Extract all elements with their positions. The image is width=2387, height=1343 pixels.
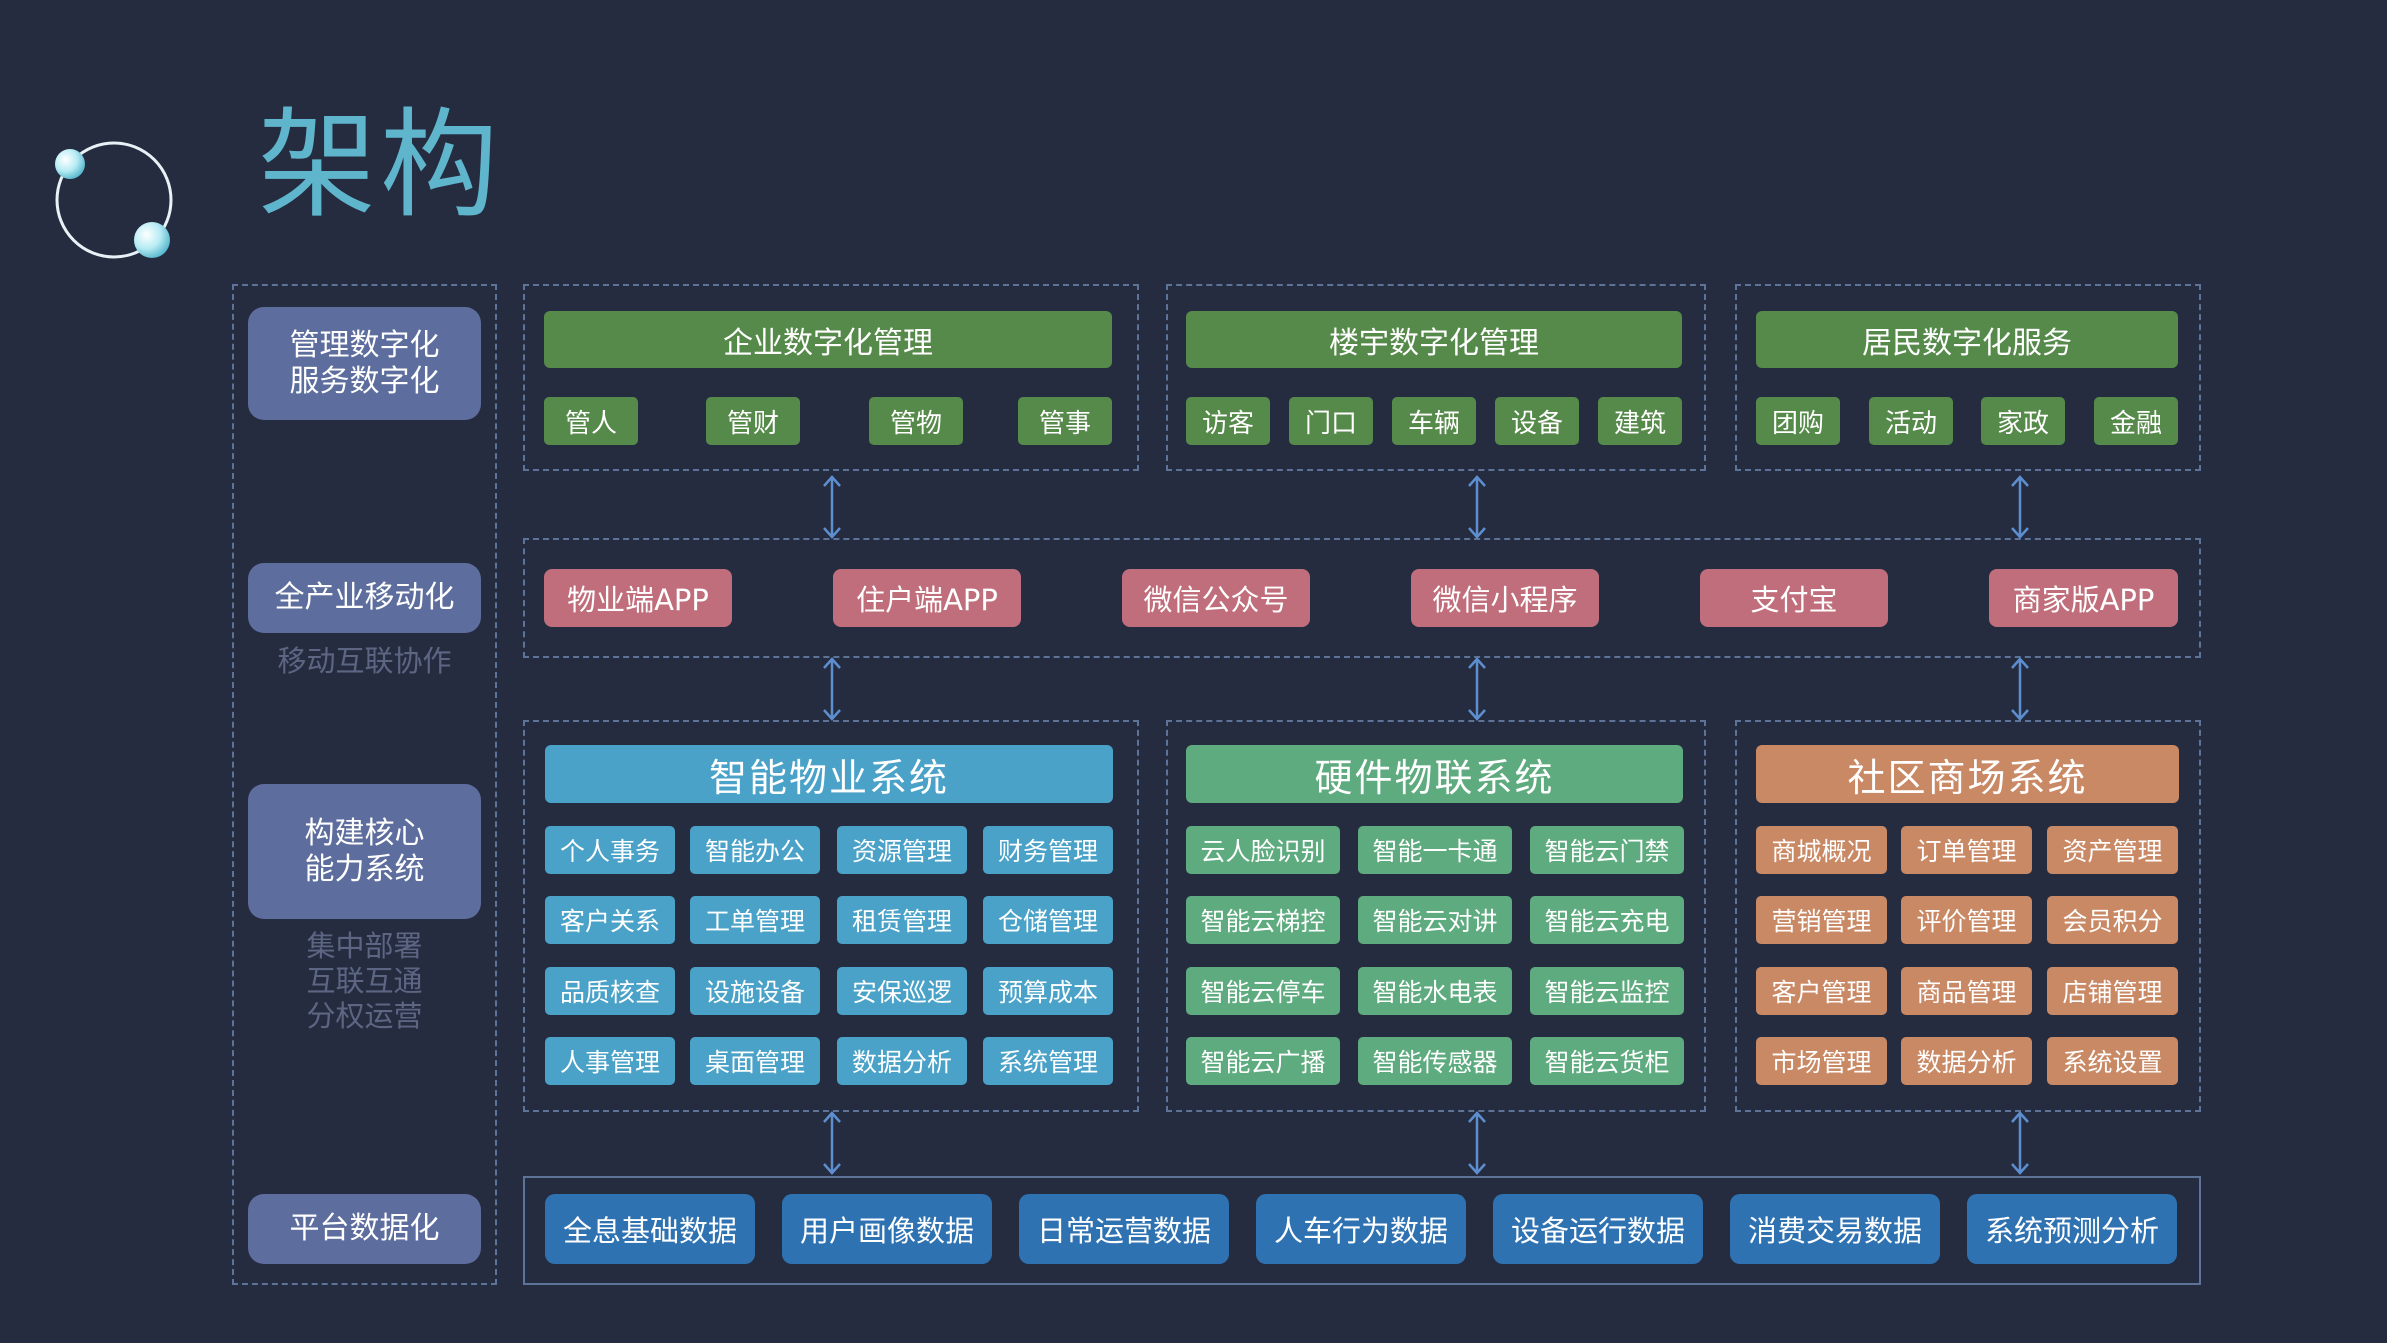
chip-property-11: 安保巡逻 xyxy=(837,967,967,1015)
data-chip-4: 人车行为数据 xyxy=(1256,1194,1466,1264)
chip-hardware-8: 智能水电表 xyxy=(1358,967,1512,1015)
label-management-digitalization: 管理数字化 服务数字化 xyxy=(248,307,481,420)
double-arrow-icon xyxy=(823,657,841,721)
chip-hardware-9: 智能云监控 xyxy=(1530,967,1684,1015)
double-arrow-icon xyxy=(2011,475,2029,539)
label-mobile-sub: 移动互联协作 xyxy=(277,644,452,678)
app-wechat-mini: 微信小程序 xyxy=(1411,569,1599,627)
chip-mall-8: 商品管理 xyxy=(1901,967,2032,1015)
label-core-sub: 集中部署 互联互通 分权运营 xyxy=(306,929,423,1033)
tag-building-2: 门口 xyxy=(1289,397,1373,445)
tag-enterprise-2: 管财 xyxy=(706,397,800,445)
app-wechat-official: 微信公众号 xyxy=(1122,569,1310,627)
double-arrow-icon xyxy=(2011,657,2029,721)
chip-hardware-2: 智能一卡通 xyxy=(1358,826,1512,874)
chip-hardware-5: 智能云对讲 xyxy=(1358,896,1512,944)
chip-property-10: 设施设备 xyxy=(690,967,820,1015)
label-platform-data: 平台数据化 xyxy=(248,1194,481,1264)
chip-hardware-11: 智能传感器 xyxy=(1358,1037,1512,1085)
tag-resident-2: 活动 xyxy=(1869,397,1953,445)
chip-hardware-10: 智能云广播 xyxy=(1186,1037,1340,1085)
chip-hardware-3: 智能云门禁 xyxy=(1530,826,1684,874)
chip-hardware-4: 智能云梯控 xyxy=(1186,896,1340,944)
chip-property-16: 系统管理 xyxy=(983,1037,1113,1085)
chip-mall-4: 营销管理 xyxy=(1756,896,1887,944)
app-property: 物业端APP xyxy=(544,569,732,627)
chip-property-8: 仓储管理 xyxy=(983,896,1113,944)
tag-building-3: 车辆 xyxy=(1392,397,1476,445)
double-arrow-icon xyxy=(823,1111,841,1175)
chip-property-2: 智能办公 xyxy=(690,826,820,874)
chip-property-13: 人事管理 xyxy=(545,1037,675,1085)
tag-resident-4: 金融 xyxy=(2094,397,2178,445)
data-chip-2: 用户画像数据 xyxy=(782,1194,992,1264)
tag-resident-3: 家政 xyxy=(1981,397,2065,445)
data-chip-1: 全息基础数据 xyxy=(545,1194,755,1264)
app-resident: 住户端APP xyxy=(833,569,1021,627)
chip-hardware-7: 智能云停车 xyxy=(1186,967,1340,1015)
chip-mall-2: 订单管理 xyxy=(1901,826,2032,874)
double-arrow-icon xyxy=(823,475,841,539)
tag-enterprise-3: 管物 xyxy=(869,397,963,445)
tag-enterprise-4: 管事 xyxy=(1018,397,1112,445)
chip-hardware-6: 智能云充电 xyxy=(1530,896,1684,944)
data-chip-5: 设备运行数据 xyxy=(1493,1194,1703,1264)
chip-property-9: 品质核查 xyxy=(545,967,675,1015)
group-title-resident: 居民数字化服务 xyxy=(1756,311,2178,368)
chip-hardware-12: 智能云货柜 xyxy=(1530,1037,1684,1085)
data-chip-3: 日常运营数据 xyxy=(1019,1194,1229,1264)
chip-mall-10: 市场管理 xyxy=(1756,1037,1887,1085)
double-arrow-icon xyxy=(1468,657,1486,721)
tag-resident-1: 团购 xyxy=(1756,397,1840,445)
chip-mall-12: 系统设置 xyxy=(2047,1037,2178,1085)
double-arrow-icon xyxy=(1468,475,1486,539)
chip-property-3: 资源管理 xyxy=(837,826,967,874)
chip-property-6: 工单管理 xyxy=(690,896,820,944)
chip-mall-6: 会员积分 xyxy=(2047,896,2178,944)
system-title-mall: 社区商场系统 xyxy=(1756,745,2179,803)
architecture-slide: 架构 管理数字化 服务数字化 全产业移动化 移动互联协作 构建核心 能力系统 集… xyxy=(0,0,2387,1343)
chip-mall-11: 数据分析 xyxy=(1901,1037,2032,1085)
data-chip-6: 消费交易数据 xyxy=(1730,1194,1940,1264)
page-title: 架构 xyxy=(258,96,503,234)
chip-property-15: 数据分析 xyxy=(837,1037,967,1085)
chip-mall-5: 评价管理 xyxy=(1901,896,2032,944)
group-title-building: 楼宇数字化管理 xyxy=(1186,311,1682,368)
label-core-system: 构建核心 能力系统 xyxy=(248,784,481,919)
app-merchant: 商家版APP xyxy=(1989,569,2178,627)
tag-enterprise-1: 管人 xyxy=(544,397,638,445)
chip-property-1: 个人事务 xyxy=(545,826,675,874)
apps-frame xyxy=(523,538,2201,658)
data-chip-7: 系统预测分析 xyxy=(1967,1194,2177,1264)
chip-mall-9: 店铺管理 xyxy=(2047,967,2178,1015)
system-title-hardware: 硬件物联系统 xyxy=(1186,745,1683,803)
chip-mall-1: 商城概况 xyxy=(1756,826,1887,874)
chip-property-14: 桌面管理 xyxy=(690,1037,820,1085)
chip-property-7: 租赁管理 xyxy=(837,896,967,944)
orbit-logo-icon xyxy=(55,141,173,259)
tag-building-1: 访客 xyxy=(1186,397,1270,445)
label-mobile: 全产业移动化 xyxy=(248,563,481,633)
tag-building-4: 设备 xyxy=(1495,397,1579,445)
group-title-enterprise: 企业数字化管理 xyxy=(544,311,1112,368)
chip-property-12: 预算成本 xyxy=(983,967,1113,1015)
chip-property-5: 客户关系 xyxy=(545,896,675,944)
double-arrow-icon xyxy=(1468,1111,1486,1175)
chip-mall-3: 资产管理 xyxy=(2047,826,2178,874)
chip-hardware-1: 云人脸识别 xyxy=(1186,826,1340,874)
app-alipay: 支付宝 xyxy=(1700,569,1888,627)
system-title-property: 智能物业系统 xyxy=(545,745,1113,803)
chip-mall-7: 客户管理 xyxy=(1756,967,1887,1015)
tag-building-5: 建筑 xyxy=(1598,397,1682,445)
double-arrow-icon xyxy=(2011,1111,2029,1175)
chip-property-4: 财务管理 xyxy=(983,826,1113,874)
